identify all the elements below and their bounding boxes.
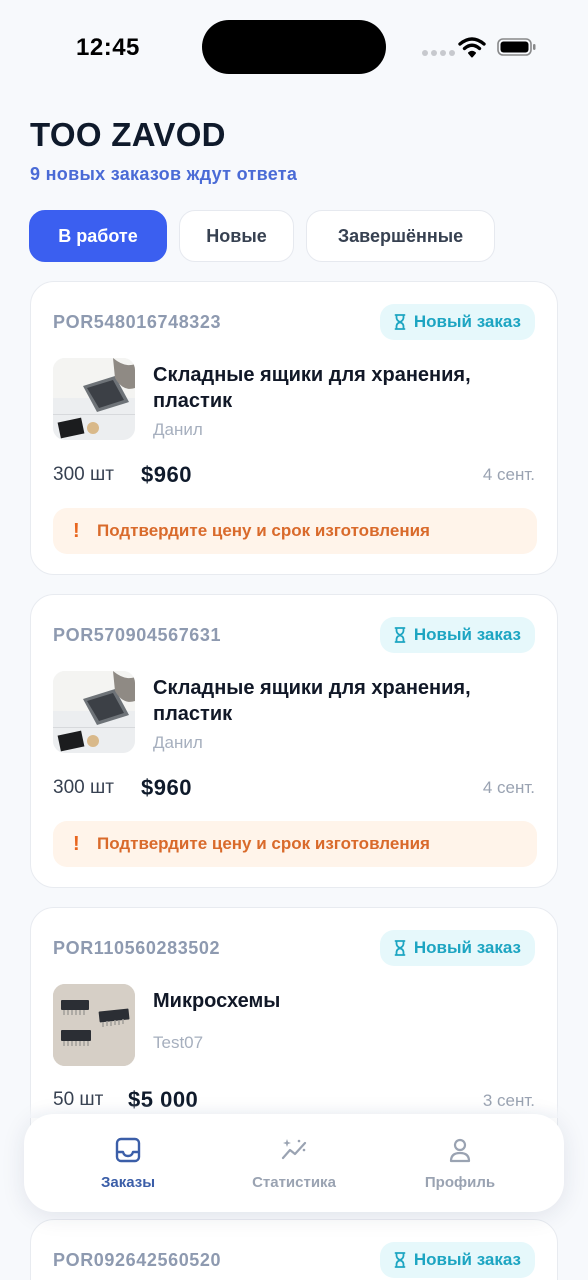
status-badge: Новый заказ: [379, 304, 535, 340]
status-badge: Новый заказ: [379, 930, 535, 966]
user-icon: [449, 1138, 471, 1162]
alert-text: Подтвердите цену и срок изготовления: [97, 834, 430, 853]
order-quantity: 300 шт: [53, 464, 114, 485]
pending-orders-subtitle: 9 новых заказов ждут ответа: [30, 164, 298, 184]
exclamation-icon: !: [73, 519, 80, 542]
order-id: POR548016748323: [53, 312, 222, 332]
sparkle-chart-icon: [281, 1138, 307, 1159]
hourglass-icon: [394, 940, 406, 956]
action-alert[interactable]: ! Подтвердите цену и срок изготовления: [53, 821, 537, 867]
nav-statistics[interactable]: Статистика: [246, 1114, 342, 1212]
order-id: POR570904567631: [53, 625, 222, 645]
tab-completed[interactable]: Завершённые: [306, 210, 495, 262]
buyer-name: Данил: [153, 733, 203, 752]
nav-profile-label: Профиль: [424, 1173, 496, 1191]
page-title: TOO ZAVOD: [30, 116, 226, 153]
nav-orders-label: Заказы: [100, 1173, 156, 1191]
battery-icon: [497, 38, 536, 56]
order-tabs: В работе Новые Завершённые: [29, 210, 495, 262]
status-bar: 12:45: [0, 0, 588, 96]
nav-profile[interactable]: Профиль: [412, 1114, 508, 1212]
product-name: Микросхемы: [153, 990, 281, 1012]
alert-text: Подтвердите цену и срок изготовления: [97, 521, 430, 540]
status-badge-label: Новый заказ: [413, 312, 521, 331]
inbox-icon: [115, 1137, 141, 1162]
tab-new[interactable]: Новые: [179, 210, 294, 262]
order-price: $960: [141, 775, 192, 800]
order-date: 4 сент.: [482, 778, 535, 797]
cellular-signal-icon: [422, 50, 455, 56]
order-card[interactable]: POR570904567631 Новый заказ Складные ящи…: [30, 594, 558, 888]
status-badge-label: Новый заказ: [413, 625, 521, 644]
hourglass-icon: [394, 314, 406, 330]
bottom-navigation: Заказы Статистика Профиль: [24, 1114, 564, 1212]
product-thumbnail: [53, 984, 135, 1066]
status-badge: Новый заказ: [379, 1242, 535, 1278]
hourglass-icon: [394, 1252, 406, 1268]
order-card[interactable]: POR092642560520 Новый заказ: [30, 1219, 558, 1280]
action-alert[interactable]: ! Подтвердите цену и срок изготовления: [53, 508, 537, 554]
product-thumbnail: [53, 671, 135, 753]
order-id: POR110560283502: [53, 938, 221, 958]
hourglass-icon: [394, 627, 406, 643]
status-badge: Новый заказ: [379, 617, 535, 653]
nav-orders[interactable]: Заказы: [80, 1114, 176, 1212]
product-name: Складные ящики для хранения, пластик: [153, 364, 471, 412]
order-card[interactable]: POR548016748323 Новый заказ Складные ящи…: [30, 281, 558, 575]
orders-screen: 12:45 TOO ZAVOD 9 новых заказов ждут отв…: [0, 0, 588, 1280]
buyer-name: Test07: [153, 1033, 204, 1052]
exclamation-icon: !: [73, 832, 80, 855]
status-badge-label: Новый заказ: [413, 938, 521, 957]
product-name: Складные ящики для хранения, пластик: [153, 677, 471, 725]
wifi-icon: [458, 37, 486, 58]
status-badge-label: Новый заказ: [413, 1250, 521, 1269]
order-quantity: 300 шт: [53, 777, 114, 798]
buyer-name: Данил: [153, 420, 203, 439]
status-time: 12:45: [76, 34, 140, 61]
nav-statistics-label: Статистика: [252, 1173, 336, 1191]
order-price: $960: [141, 462, 192, 487]
order-date: 4 сент.: [482, 465, 535, 484]
dynamic-island: [202, 20, 386, 74]
order-id: POR092642560520: [53, 1250, 222, 1270]
tab-in-progress[interactable]: В работе: [29, 210, 167, 262]
product-thumbnail: [53, 358, 135, 440]
